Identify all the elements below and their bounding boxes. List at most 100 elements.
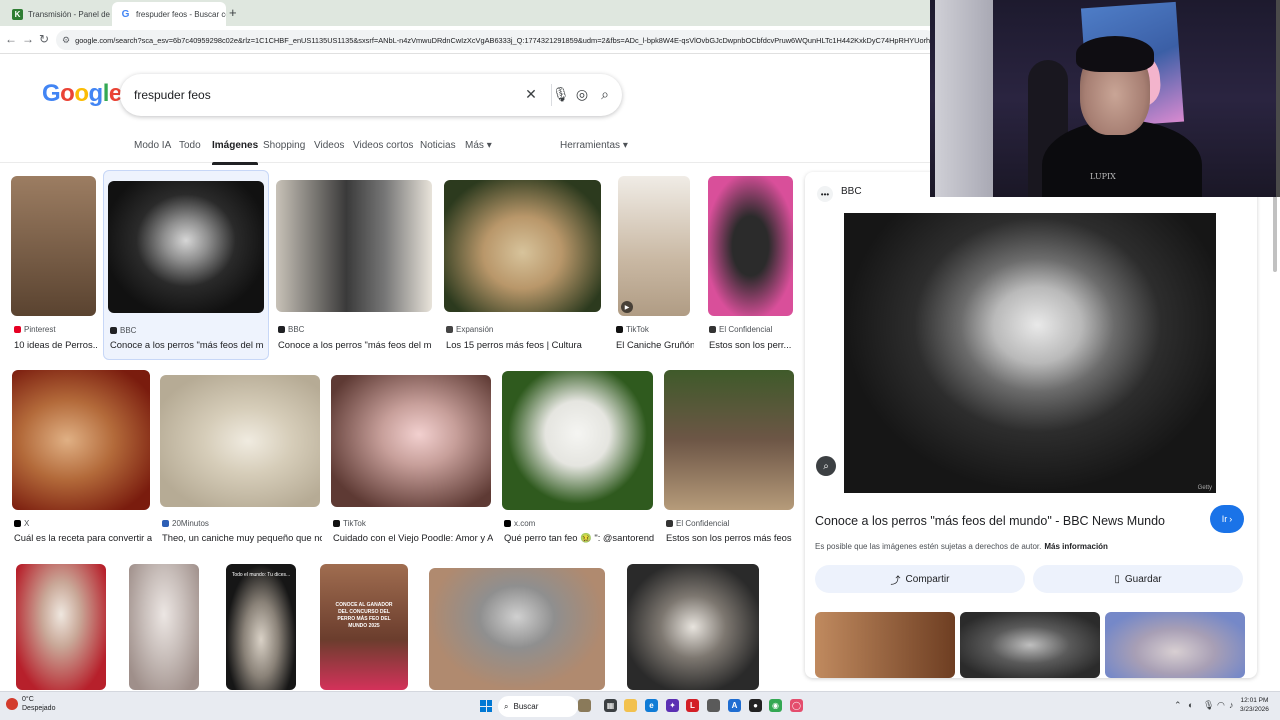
tab-google-search[interactable]: G frespuder feos - Buscar con Google ✕ <box>112 2 226 26</box>
volume-icon[interactable]: ♪ <box>1229 700 1234 710</box>
more-options-icon[interactable]: ••• <box>817 186 833 202</box>
tab-stream-panel[interactable]: K Transmisión - Panel de control <box>4 2 112 26</box>
search-query[interactable]: frespuder feos <box>134 88 211 102</box>
result-thumbnail[interactable] <box>276 180 432 312</box>
tab-shopping[interactable]: Shopping <box>263 140 305 151</box>
result-source[interactable]: El Confidencial <box>666 519 729 528</box>
result-title[interactable]: 10 ideas de Perros... <box>14 339 98 350</box>
result-title[interactable]: Conoce a los perros "más feos del mu... <box>110 339 264 350</box>
result-title[interactable]: Conoce a los perros "más feos del mu... <box>278 339 432 350</box>
result-source[interactable]: x.com <box>504 519 535 528</box>
result-source[interactable]: Pinterest <box>14 325 56 334</box>
lens-icon[interactable]: ◎ <box>574 86 590 103</box>
start-button[interactable] <box>480 700 492 712</box>
image-result-card-selected[interactable]: BBC Conoce a los perros "más feos del mu… <box>103 170 269 360</box>
app-icon-3[interactable]: A <box>728 699 741 712</box>
forward-icon[interactable]: → <box>21 32 35 46</box>
image-result-card[interactable]: Pinterest 10 ideas de Perros... <box>10 175 98 355</box>
result-title[interactable]: Estos son los perros más feos ... <box>666 532 794 543</box>
tab-imagenes[interactable]: Imágenes <box>212 140 259 165</box>
taskbar-search[interactable]: ⌕ Buscar <box>498 696 578 717</box>
result-source[interactable]: X <box>14 519 29 528</box>
file-explorer-icon[interactable] <box>624 699 637 712</box>
back-icon[interactable]: ← <box>4 32 18 46</box>
app-icon-4[interactable]: ◯ <box>790 699 803 712</box>
scrollbar-thumb[interactable] <box>1273 192 1277 272</box>
result-source[interactable]: TikTok <box>616 325 649 334</box>
tray-chevron-icon[interactable]: ⌃ <box>1174 700 1182 711</box>
chrome-icon[interactable]: ◉ <box>769 699 782 712</box>
result-source[interactable]: BBC <box>278 325 304 334</box>
result-title[interactable]: Estos son los perr... <box>709 339 795 350</box>
image-result-card[interactable]: X Cuál es la receta para convertir a... <box>10 370 152 550</box>
result-source[interactable]: 20Minutos <box>162 519 209 528</box>
address-bar[interactable]: ⚙ google.com/search?sca_esv=6b7c40959298… <box>56 30 936 50</box>
tab-videos-cortos[interactable]: Videos cortos <box>353 140 413 151</box>
result-thumbnail[interactable] <box>16 564 106 690</box>
result-source[interactable]: TikTok <box>333 519 366 528</box>
result-thumbnail[interactable] <box>444 180 601 312</box>
image-result-card[interactable]: ▶ TikTok El Caniche Gruñón... <box>612 175 694 355</box>
visit-button[interactable]: Ir › <box>1210 505 1244 533</box>
related-image[interactable] <box>960 612 1100 678</box>
result-thumbnail[interactable] <box>12 370 150 510</box>
microphone-icon[interactable]: 🎙 <box>552 86 570 103</box>
image-result-card[interactable] <box>14 563 108 691</box>
tray-app-icon[interactable]: ◐ <box>1188 700 1193 710</box>
tools-button[interactable]: Herramientas ▾ <box>560 140 628 151</box>
preview-source[interactable]: BBC <box>841 186 862 197</box>
reload-icon[interactable]: ↻ <box>37 32 51 46</box>
system-clock[interactable]: 12:01 PM 3/23/2026 <box>1240 696 1269 714</box>
result-title[interactable]: Theo, un caniche muy pequeño que no... <box>162 532 322 543</box>
more-info-link[interactable]: Más información <box>1044 542 1108 551</box>
tab-todo[interactable]: Todo <box>179 140 201 151</box>
image-result-card[interactable]: Todo el mundo: Tu dices... <box>224 563 298 691</box>
preview-image[interactable]: Getty <box>844 213 1216 493</box>
obs-icon[interactable]: ● <box>749 699 762 712</box>
app-l-icon[interactable]: L <box>686 699 699 712</box>
wifi-icon[interactable]: ◠ <box>1217 700 1225 711</box>
app-icon-2[interactable] <box>707 699 720 712</box>
image-result-card[interactable]: TikTok Cuidado con el Viejo Poodle: Amor… <box>329 370 493 550</box>
result-thumbnail[interactable] <box>664 370 794 510</box>
result-title[interactable]: Cuidado con el Viejo Poodle: Amor y At..… <box>333 532 493 543</box>
result-thumbnail[interactable] <box>627 564 759 690</box>
landscape-app-icon[interactable] <box>578 699 591 712</box>
result-thumbnail[interactable]: ▶ <box>618 176 690 316</box>
microphone-tray-icon[interactable]: 🎙 <box>1203 700 1214 711</box>
result-thumbnail[interactable] <box>331 375 491 507</box>
lens-search-icon[interactable]: ⌕ <box>816 456 836 476</box>
tab-mas[interactable]: Más ▾ <box>465 140 492 151</box>
share-button[interactable]: ⤴ Compartir <box>815 565 1025 593</box>
image-result-card[interactable]: El Confidencial Estos son los perr... <box>705 175 795 355</box>
result-title[interactable]: Qué perro tan feo 🤢 ": @santorend... <box>504 532 655 544</box>
tab-modo-ia[interactable]: Modo IA <box>134 140 171 151</box>
result-thumbnail[interactable] <box>708 176 793 316</box>
image-result-card[interactable] <box>127 563 201 691</box>
image-result-card[interactable]: El Confidencial Estos son los perros más… <box>662 370 796 550</box>
app-icon[interactable]: ✦ <box>666 699 679 712</box>
result-thumbnail[interactable] <box>502 371 653 510</box>
result-source[interactable]: Expansión <box>446 325 493 334</box>
result-source[interactable]: BBC <box>110 326 136 335</box>
result-thumbnail[interactable] <box>429 568 605 690</box>
site-info-icon[interactable]: ⚙ <box>62 35 70 46</box>
result-title[interactable]: Los 15 perros más feos | Cultura <box>446 339 604 350</box>
image-result-card[interactable]: Expansión Los 15 perros más feos | Cultu… <box>442 175 604 355</box>
result-thumbnail[interactable]: Todo el mundo: Tu dices... <box>226 564 296 690</box>
result-thumbnail[interactable] <box>11 176 96 316</box>
weather-widget[interactable]: 0°C Despejado <box>6 695 55 713</box>
result-source[interactable]: El Confidencial <box>709 325 772 334</box>
edge-icon[interactable]: e <box>645 699 658 712</box>
related-image[interactable] <box>815 612 955 678</box>
result-thumbnail[interactable] <box>129 564 199 690</box>
tab-noticias[interactable]: Noticias <box>420 140 456 151</box>
result-thumbnail[interactable] <box>108 181 264 313</box>
save-button[interactable]: ▯ Guardar <box>1033 565 1243 593</box>
image-result-card[interactable] <box>625 563 761 691</box>
clear-icon[interactable]: ✕ <box>523 86 539 103</box>
related-image[interactable] <box>1105 612 1245 678</box>
google-logo[interactable]: Google <box>42 80 122 108</box>
task-view-icon[interactable]: ▦ <box>604 699 617 712</box>
page-scrollbar[interactable] <box>1272 172 1278 672</box>
